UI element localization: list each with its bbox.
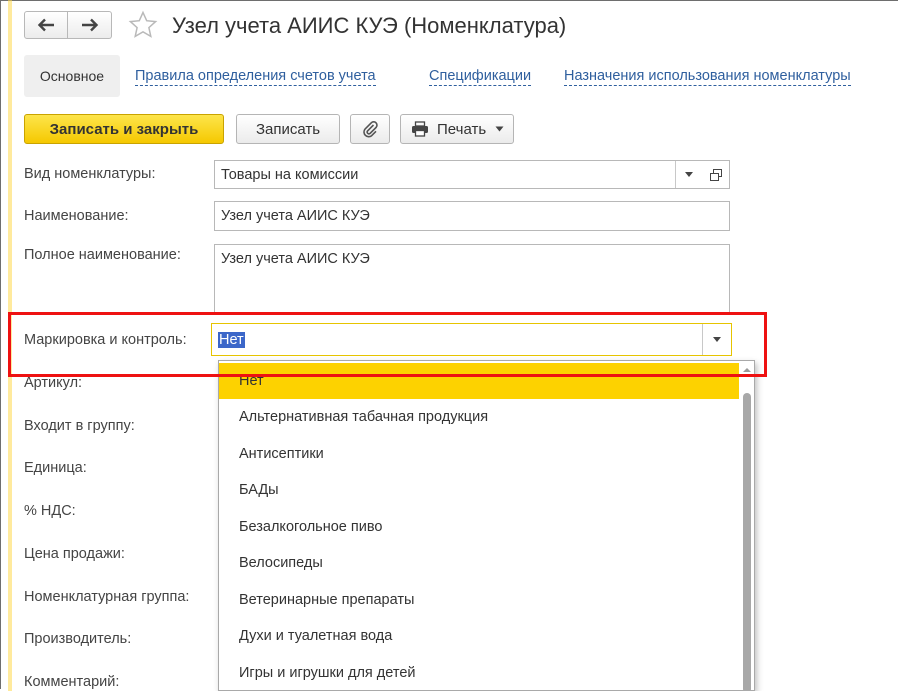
tab-specifications[interactable]: Спецификации — [429, 68, 532, 86]
arrow-right-icon — [81, 18, 98, 32]
article-label: Артикул: — [24, 375, 83, 391]
print-label: Печать — [437, 120, 487, 138]
tab-main[interactable]: Основное — [24, 55, 120, 97]
list-item[interactable]: Духи и туалетная вода — [219, 618, 739, 654]
caret-down-icon — [685, 172, 693, 177]
group-label: Входит в группу: — [24, 418, 135, 434]
comment-label: Комментарий: — [24, 674, 120, 690]
list-item[interactable]: Игры и игрушки для детей — [219, 655, 739, 690]
open-window-icon — [709, 168, 722, 181]
printer-icon — [412, 121, 428, 137]
back-button[interactable] — [24, 11, 68, 39]
name-value: Узел учета АИИС КУЭ — [221, 208, 370, 224]
nomenclature-type-dropdown-button[interactable] — [675, 161, 702, 188]
nomenclature-type-value: Товары на комиссии — [221, 166, 359, 183]
caret-down-icon — [495, 126, 504, 132]
manufacturer-label: Производитель: — [24, 631, 132, 647]
price-label: Цена продажи: — [24, 546, 125, 562]
name-label: Наименование: — [24, 208, 129, 224]
paperclip-icon — [363, 121, 378, 138]
arrow-left-icon — [37, 18, 54, 32]
list-item[interactable]: Альтернативная табачная продукция — [219, 399, 739, 435]
forward-button[interactable] — [68, 11, 112, 39]
unit-label: Единица: — [24, 460, 87, 476]
full-name-textarea[interactable]: Узел учета АИИС КУЭ — [214, 244, 730, 314]
list-item[interactable]: Велосипеды — [219, 545, 739, 581]
vat-label: % НДС: — [24, 503, 76, 519]
page-title: Узел учета АИИС КУЭ (Номенклатура) — [172, 13, 567, 38]
star-icon[interactable] — [128, 10, 158, 40]
full-name-label: Полное наименование: — [24, 247, 181, 263]
name-input[interactable]: Узел учета АИИС КУЭ — [214, 201, 730, 231]
list-item[interactable]: Ветеринарные препараты — [219, 582, 739, 618]
list-item[interactable]: БАДы — [219, 472, 739, 508]
highlight-frame — [8, 312, 767, 377]
open-nomenclature-type-button[interactable] — [702, 160, 730, 189]
save-button[interactable]: Записать — [236, 114, 340, 144]
tab-usage-assignments[interactable]: Назначения использования номенклатуры — [564, 68, 851, 86]
nomenclature-type-field[interactable]: Товары на комиссии — [214, 160, 703, 189]
full-name-value: Узел учета АИИС КУЭ — [221, 251, 370, 267]
history-nav — [24, 11, 112, 39]
scrollbar-thumb[interactable] — [743, 393, 751, 690]
marking-dropdown-list: Нет Альтернативная табачная продукция Ан… — [218, 360, 755, 691]
tab-account-rules[interactable]: Правила определения счетов учета — [135, 68, 376, 86]
dropdown-scrollbar[interactable] — [742, 365, 752, 690]
nomenclature-group-label: Номенклатурная группа: — [24, 589, 190, 605]
nomenclature-type-label: Вид номенклатуры: — [24, 166, 156, 182]
attach-button[interactable] — [350, 114, 390, 144]
list-item[interactable]: Безалкогольное пиво — [219, 509, 739, 545]
list-item[interactable]: Антисептики — [219, 436, 739, 472]
save-and-close-button[interactable]: Записать и закрыть — [24, 114, 224, 144]
print-button[interactable]: Печать — [400, 114, 514, 144]
